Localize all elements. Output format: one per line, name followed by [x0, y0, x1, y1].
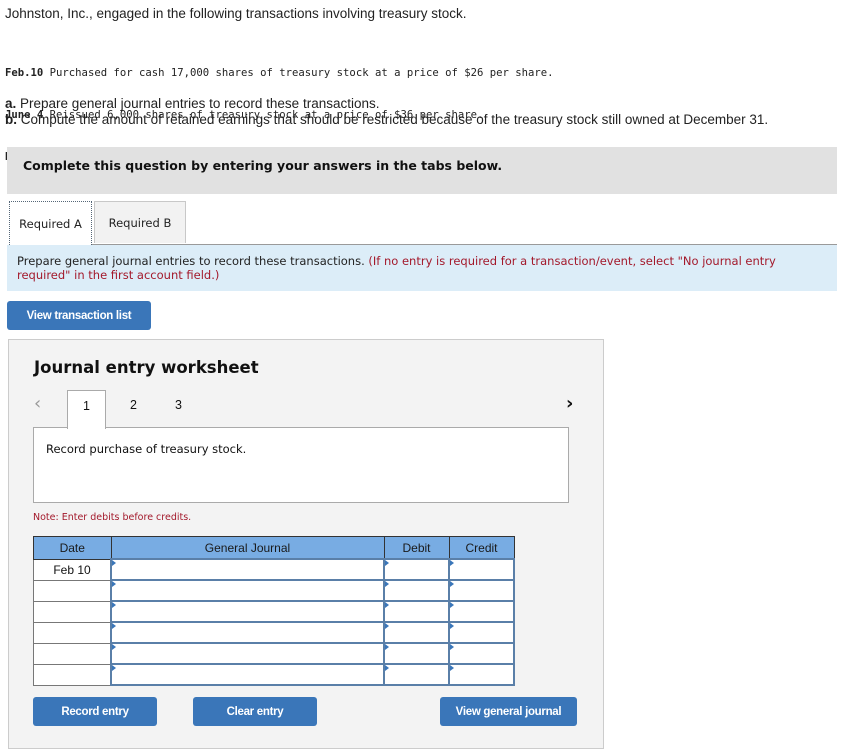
account-input[interactable]: [110, 642, 385, 665]
chevron-left-icon[interactable]: ‹: [34, 393, 41, 414]
debit-input[interactable]: [383, 663, 450, 686]
worksheet-page-2[interactable]: 2: [114, 390, 153, 428]
header-credit: Credit: [448, 536, 515, 560]
journal-table: Date General Journal Debit Credit Feb 10: [33, 536, 515, 686]
debit-input[interactable]: [383, 558, 450, 581]
question-part-b: b. Compute the amount of retained earnin…: [5, 112, 769, 127]
date-cell: [33, 600, 112, 623]
header-date: Date: [33, 536, 112, 560]
credit-input[interactable]: [448, 600, 515, 623]
account-input[interactable]: [110, 621, 385, 644]
account-input[interactable]: [110, 579, 385, 602]
account-input[interactable]: [110, 600, 385, 623]
debits-note: Note: Enter debits before credits.: [33, 512, 192, 523]
date-cell: [33, 642, 112, 665]
header-debit: Debit: [383, 536, 450, 560]
complete-banner-text: Complete this question by entering your …: [23, 158, 503, 173]
transaction-date: Feb.10: [5, 67, 44, 79]
problem-intro: Johnston, Inc., engaged in the following…: [5, 6, 467, 21]
view-transaction-list-button[interactable]: View transaction list: [7, 301, 151, 330]
table-row: [33, 579, 515, 602]
worksheet-title: Journal entry worksheet: [34, 358, 259, 377]
view-general-journal-button[interactable]: View general journal: [440, 697, 577, 726]
clear-entry-button[interactable]: Clear entry: [193, 697, 317, 726]
instructions-box: Prepare general journal entries to recor…: [7, 245, 837, 291]
tab-required-a[interactable]: Required A: [9, 201, 92, 245]
record-entry-button[interactable]: Record entry: [33, 697, 157, 726]
credit-input[interactable]: [448, 663, 515, 686]
instructions-text: Prepare general journal entries to recor…: [17, 254, 365, 268]
table-row: [33, 663, 515, 686]
date-cell: [33, 579, 112, 602]
date-cell: [33, 663, 112, 686]
date-cell: [33, 621, 112, 644]
tab-required-b[interactable]: Required B: [94, 201, 186, 243]
question-part-a: a. Prepare general journal entries to re…: [5, 96, 380, 111]
transaction-text: Purchased for cash 17,000 shares of trea…: [49, 67, 554, 79]
entry-description-box: Record purchase of treasury stock.: [33, 427, 569, 503]
credit-input[interactable]: [448, 558, 515, 581]
date-cell: Feb 10: [33, 558, 112, 581]
journal-table-header: Date General Journal Debit Credit: [33, 536, 515, 560]
transaction-row: Feb.10 Purchased for cash 17,000 shares …: [5, 66, 554, 80]
account-input[interactable]: [110, 558, 385, 581]
debit-input[interactable]: [383, 600, 450, 623]
worksheet-page-1[interactable]: 1: [67, 390, 106, 429]
credit-input[interactable]: [448, 579, 515, 602]
account-input[interactable]: [110, 663, 385, 686]
table-row: [33, 600, 515, 623]
complete-banner: Complete this question by entering your …: [7, 147, 837, 194]
table-row: [33, 621, 515, 644]
entry-description: Record purchase of treasury stock.: [46, 442, 247, 456]
table-row: [33, 642, 515, 665]
chevron-right-icon[interactable]: ›: [566, 393, 573, 414]
credit-input[interactable]: [448, 642, 515, 665]
worksheet-page-3[interactable]: 3: [159, 390, 198, 428]
debit-input[interactable]: [383, 642, 450, 665]
header-general-journal: General Journal: [110, 536, 385, 560]
debit-input[interactable]: [383, 621, 450, 644]
journal-entry-worksheet: Journal entry worksheet ‹ 1 2 3 › Record…: [8, 339, 604, 749]
debit-input[interactable]: [383, 579, 450, 602]
question-parts: a. Prepare general journal entries to re…: [5, 96, 768, 128]
table-row: Feb 10: [33, 558, 515, 581]
credit-input[interactable]: [448, 621, 515, 644]
